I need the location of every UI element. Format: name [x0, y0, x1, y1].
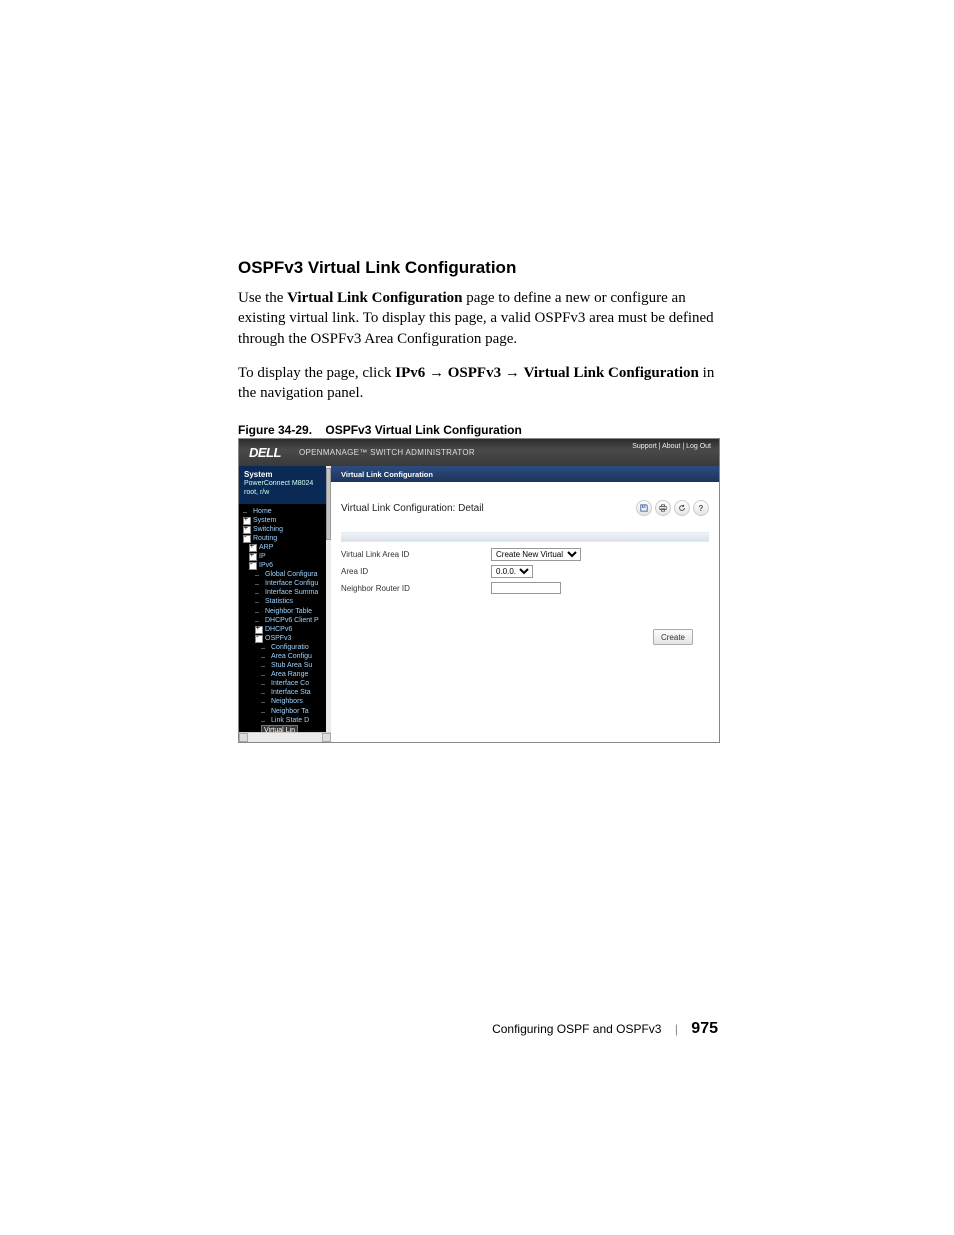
tree-global-config[interactable]: Global Configura	[255, 570, 331, 579]
save-icon[interactable]	[636, 500, 652, 516]
para2-arrow1: →	[425, 365, 448, 381]
para2-arrow2: →	[501, 365, 524, 381]
tree-dhcpv6[interactable]: DHCPv6	[255, 625, 331, 634]
top-links[interactable]: Support | About | Log Out	[632, 443, 711, 450]
print-icon[interactable]	[655, 500, 671, 516]
para2-nav3: Virtual Link Configuration	[524, 365, 699, 381]
sidebar-system-label: System	[244, 470, 326, 480]
tree-intf-config[interactable]: Interface Configu	[255, 579, 331, 588]
dell-logo: DELL	[249, 445, 281, 460]
sidebar-header: System PowerConnect M8024 root, r/w	[239, 466, 331, 504]
tree-stats[interactable]: Statistics	[255, 597, 331, 606]
para1-pre: Use the	[238, 290, 287, 306]
scroll-left-icon[interactable]	[239, 733, 248, 742]
figure-title: OSPFv3 Virtual Link Configuration	[325, 423, 521, 437]
tree-neighbor-table[interactable]: Neighbor Table	[255, 607, 331, 616]
tree-intf-st[interactable]: Interface Sta	[261, 688, 331, 697]
tree-system[interactable]: System	[243, 516, 331, 525]
tree-home[interactable]: Home	[243, 507, 331, 516]
panel-title: Virtual Link Configuration: Detail	[341, 503, 484, 514]
sidebar-h-scrollbar[interactable]	[239, 732, 331, 742]
input-neighbor-router-id[interactable]	[491, 582, 561, 594]
scroll-right-icon[interactable]	[322, 733, 331, 742]
divider	[341, 532, 709, 542]
screenshot-figure: DELL OPENMANAGE™ SWITCH ADMINISTRATOR Su…	[238, 438, 720, 743]
footer-separator: |	[675, 1022, 678, 1036]
sidebar-model: PowerConnect M8024	[244, 480, 326, 489]
para2-nav2: OSPFv3	[448, 365, 501, 381]
tree-ipv6[interactable]: IPv6	[249, 561, 331, 570]
toolbar-icons: ?	[636, 500, 709, 516]
para2-pre: To display the page, click	[238, 365, 395, 381]
app-topbar: DELL OPENMANAGE™ SWITCH ADMINISTRATOR Su…	[239, 439, 719, 466]
sidebar: System PowerConnect M8024 root, r/w Home…	[239, 466, 331, 742]
breadcrumb: Virtual Link Configuration	[331, 466, 719, 482]
figure-number: Figure 34-29.	[238, 423, 312, 437]
label-area-id: Area ID	[341, 567, 491, 576]
tree-routing[interactable]: Routing	[243, 534, 331, 543]
breadcrumb-text: Virtual Link Configuration	[341, 470, 433, 479]
nav-tree: Home System Switching Routing ARP IP IPv…	[239, 504, 331, 744]
tree-intf-co[interactable]: Interface Co	[261, 679, 331, 688]
footer-chapter: Configuring OSPF and OSPFv3	[492, 1022, 661, 1036]
paragraph-2: To display the page, click IPv6 → OSPFv3…	[238, 363, 718, 404]
tree-area-range[interactable]: Area Range	[261, 670, 331, 679]
help-icon[interactable]: ?	[693, 500, 709, 516]
label-neighbor-router-id: Neighbor Router ID	[341, 584, 491, 593]
tree-area-config[interactable]: Area Configu	[261, 652, 331, 661]
page-footer: Configuring OSPF and OSPFv3 | 975	[238, 1020, 718, 1038]
main-panel: Virtual Link Configuration Virtual Link …	[331, 466, 719, 742]
refresh-icon[interactable]	[674, 500, 690, 516]
tree-link-state[interactable]: Link State D	[261, 716, 331, 725]
config-form: Virtual Link Area ID Create New Virtual …	[341, 546, 709, 596]
app-title: OPENMANAGE™ SWITCH ADMINISTRATOR	[299, 448, 475, 457]
sidebar-user: root, r/w	[244, 489, 326, 498]
tree-neighbor-t[interactable]: Neighbor Ta	[261, 707, 331, 716]
select-virtual-link-area-id[interactable]: Create New Virtual Link	[491, 548, 581, 561]
tree-intf-summ[interactable]: Interface Summa	[255, 588, 331, 597]
tree-neighbors[interactable]: Neighbors	[261, 697, 331, 706]
tree-stub-area[interactable]: Stub Area Su	[261, 661, 331, 670]
tree-switching[interactable]: Switching	[243, 525, 331, 534]
tree-ip[interactable]: IP	[249, 552, 331, 561]
section-heading: OSPFv3 Virtual Link Configuration	[238, 258, 718, 278]
para1-bold: Virtual Link Configuration	[287, 290, 462, 306]
figure-caption: Figure 34-29. OSPFv3 Virtual Link Config…	[238, 423, 718, 437]
para2-nav1: IPv6	[395, 365, 425, 381]
label-virtual-link-area-id: Virtual Link Area ID	[341, 550, 491, 559]
paragraph-1: Use the Virtual Link Configuration page …	[238, 288, 718, 349]
create-button[interactable]: Create	[653, 629, 693, 645]
footer-page-number: 975	[691, 1020, 718, 1037]
select-area-id[interactable]: 0.0.0.0	[491, 565, 533, 578]
tree-dhcpv6-client[interactable]: DHCPv6 Client P	[255, 616, 331, 625]
tree-ospfv3[interactable]: OSPFv3	[255, 634, 331, 643]
tree-configuration[interactable]: Configuratio	[261, 643, 331, 652]
tree-arp[interactable]: ARP	[249, 543, 331, 552]
